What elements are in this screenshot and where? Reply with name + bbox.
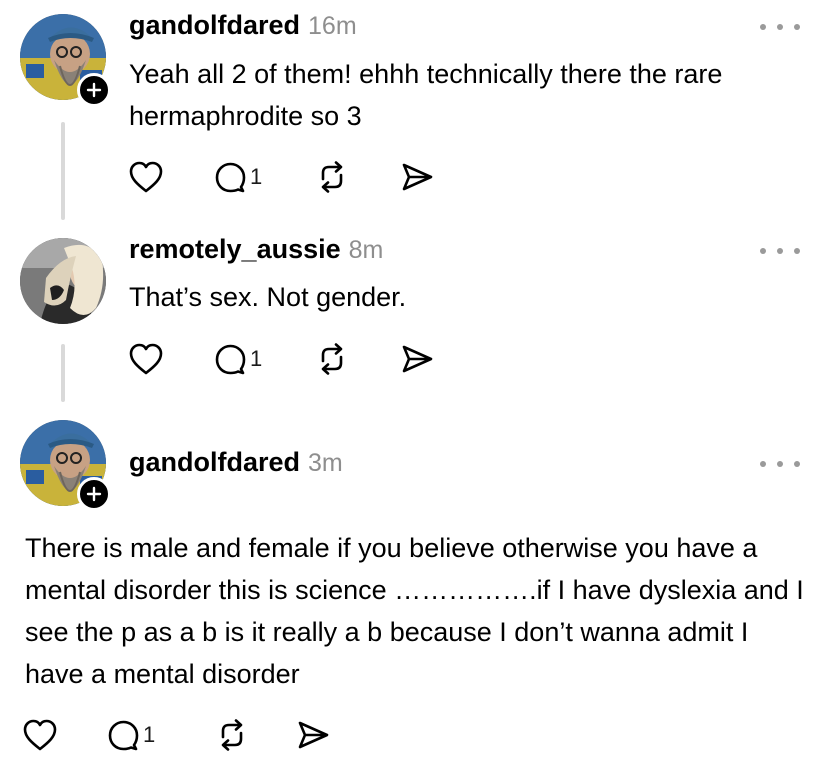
reply-button[interactable]: 1 [213, 339, 262, 379]
thread-line [61, 122, 65, 220]
reply-count: 1 [143, 722, 156, 747]
ellipsis-icon-dot [777, 461, 783, 467]
more-options-button[interactable] [760, 454, 800, 474]
repost-button[interactable] [314, 157, 350, 197]
share-button[interactable] [294, 715, 332, 755]
repost-arrows-icon [221, 719, 243, 751]
reply-count: 1 [250, 164, 263, 189]
like-button[interactable] [128, 339, 164, 379]
speech-bubble-icon [215, 344, 246, 375]
post-header: remotely_aussie 8m [129, 234, 383, 265]
timestamp: 3m [308, 449, 343, 477]
action-bar: 1 [128, 157, 448, 197]
username[interactable]: gandolfdared [129, 10, 300, 41]
post-text: There is male and female if you believe … [25, 533, 804, 689]
action-bar: 1 [128, 339, 448, 379]
ellipsis-icon-dot [794, 24, 800, 30]
more-options-button[interactable] [760, 17, 800, 37]
share-button[interactable] [398, 339, 436, 379]
follow-button[interactable] [77, 73, 111, 107]
avatar[interactable] [20, 238, 106, 324]
username[interactable]: gandolfdared [129, 447, 300, 478]
thread-post: gandolfdared 16m Yeah all 2 of them! ehh… [0, 0, 828, 222]
share-button[interactable] [398, 157, 436, 197]
repost-arrows-icon [321, 161, 343, 193]
repost-button[interactable] [214, 715, 250, 755]
heart-icon [129, 161, 163, 193]
reply-count: 1 [250, 346, 263, 371]
post-text: That’s sex. Not gender. [129, 282, 407, 312]
timestamp: 8m [348, 236, 384, 264]
like-button[interactable] [128, 157, 164, 197]
ellipsis-icon-dot [777, 24, 783, 30]
speech-bubble-icon [108, 720, 139, 751]
thread-line [61, 344, 65, 402]
action-bar: 1 [22, 715, 342, 755]
reply-button[interactable]: 1 [213, 157, 262, 197]
send-icon [402, 345, 433, 373]
like-button[interactable] [22, 715, 58, 755]
post-header: gandolfdared 16m [129, 10, 357, 41]
reply-button[interactable]: 1 [106, 715, 155, 755]
plus-icon [86, 82, 102, 98]
more-options-button[interactable] [760, 241, 800, 261]
ellipsis-icon-dot [794, 461, 800, 467]
repost-arrows-icon [321, 343, 343, 375]
thread-post: remotely_aussie 8m That’s sex. Not gende… [0, 222, 828, 402]
post-text: Yeah all 2 of them! ehhh technically the… [129, 59, 723, 131]
ellipsis-icon-dot [760, 461, 766, 467]
post-header: gandolfdared 3m [129, 447, 343, 478]
send-icon [298, 721, 329, 749]
username[interactable]: remotely_aussie [129, 234, 341, 265]
timestamp: 16m [308, 12, 357, 40]
avatar-image [20, 238, 106, 324]
follow-button[interactable] [77, 477, 111, 511]
ellipsis-icon-dot [760, 24, 766, 30]
plus-icon [86, 486, 102, 502]
ellipsis-icon-dot [777, 248, 783, 254]
speech-bubble-icon [215, 162, 246, 193]
send-icon [402, 163, 433, 191]
heart-icon [129, 343, 163, 375]
thread-post: gandolfdared 3m There is male and female… [0, 402, 828, 773]
repost-button[interactable] [314, 339, 350, 379]
ellipsis-icon-dot [760, 248, 766, 254]
ellipsis-icon-dot [794, 248, 800, 254]
heart-icon [23, 719, 57, 751]
